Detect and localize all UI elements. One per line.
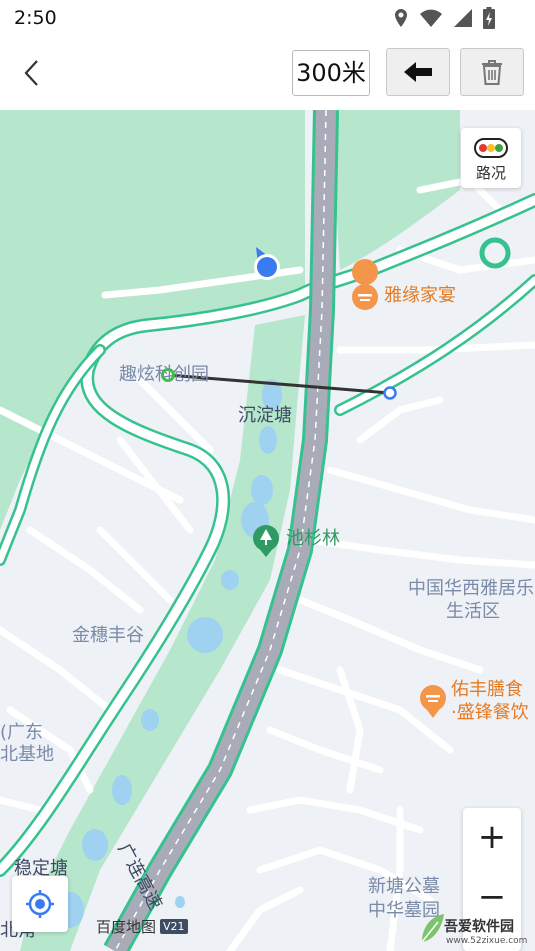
place-label[interactable]: 沉淀塘 [238,405,292,427]
place-label[interactable]: 中国华西雅居乐 [408,578,534,600]
location-icon [395,9,407,27]
status-time: 2:50 [14,7,57,29]
crosshair-icon [26,890,54,918]
place-label[interactable]: 雅缘家宴 [384,285,456,307]
place-label[interactable]: 趣炫科创园 [119,364,209,386]
poi-restaurant-pin[interactable] [352,259,379,310]
watermark-text: 吾爱软件园 [444,919,514,935]
traffic-label: 路况 [475,164,506,182]
place-label[interactable]: ·盛锋餐饮 [451,702,529,724]
traffic-light-icon [474,138,508,158]
arrow-left-icon [404,62,432,82]
place-label[interactable]: 新塘公墓 [368,876,440,898]
distance-readout: 300米 [292,50,370,96]
wifi-icon [420,9,442,27]
watermark-url: www.52zixue.com [446,936,528,946]
measure-toolbar: 300米 [0,36,535,110]
place-label[interactable]: 生活区 [446,601,500,623]
map-view[interactable]: 雅缘家宴 趣炫科创园 沉淀塘 池杉林 中国华西雅居乐 生活区 金穗丰谷 佑丰膳食… [0,110,535,951]
map-canvas[interactable] [0,110,535,951]
watermark: 吾爱软件园 www.52zixue.com [420,900,535,951]
delete-button[interactable] [460,48,524,96]
signal-icon [454,9,472,27]
watermark-leaf-icon [421,914,444,943]
trash-icon [482,60,502,85]
traffic-toggle-button[interactable]: 路况 [461,128,521,188]
locate-button[interactable] [12,876,68,932]
zoom-in-button[interactable]: + [463,808,521,866]
logo-text: 百度地图 [96,918,157,936]
logo-version: V21 [160,919,188,934]
place-label[interactable]: 金穗丰谷 [72,625,144,647]
status-icons [393,6,495,30]
undo-button[interactable] [386,48,450,96]
chevron-left-icon [24,60,38,86]
place-label[interactable]: 佑丰膳食 [451,679,523,701]
battery-icon [483,7,495,29]
status-bar: 2:50 [0,0,535,36]
poi-food-pin[interactable] [420,685,446,718]
place-label[interactable]: 北基地 [0,744,54,766]
back-button[interactable] [14,54,48,92]
place-label[interactable]: (广东 [0,722,43,744]
map-logo: 百度地图 V21 [96,916,188,937]
measure-end-point[interactable] [383,386,397,400]
place-label[interactable]: 池杉林 [286,528,340,550]
